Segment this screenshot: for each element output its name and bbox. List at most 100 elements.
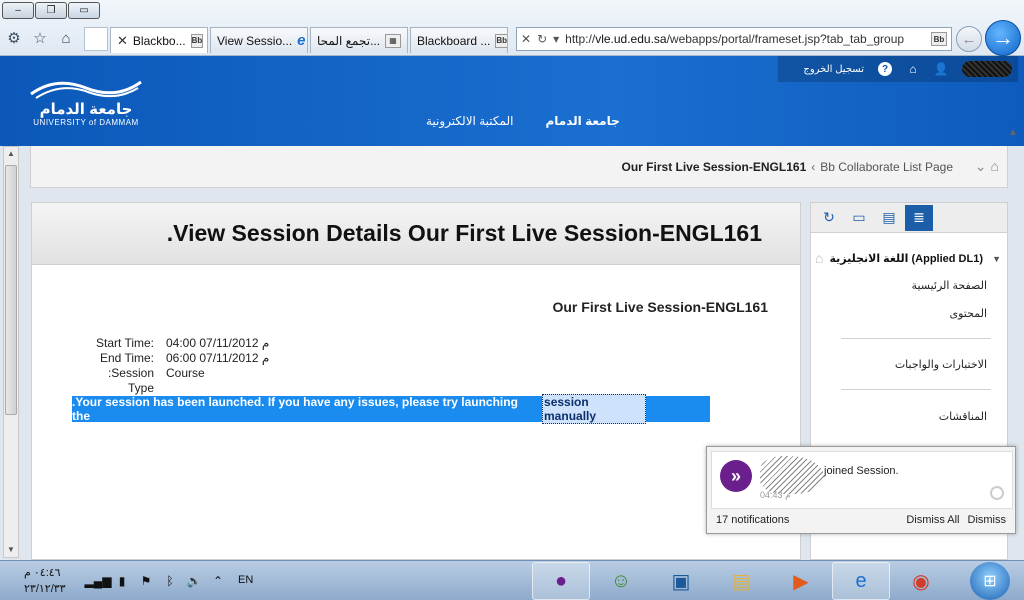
nav-university[interactable]: جامعة الدمام	[545, 114, 619, 128]
language-indicator[interactable]: EN	[238, 574, 253, 586]
taskbar: ٠٤:٤٦ م ٢٣/١٢/٣٣ ▂▄▆ ▮ ⚑ ᛒ 🔊 ⌃ EN ● ☺ ▣ …	[0, 560, 1024, 600]
chevron-down-icon[interactable]: ⌄	[975, 158, 987, 175]
explorer-folder-icon[interactable]: ▤	[712, 562, 770, 600]
tools-gear-icon[interactable]: ⚙	[4, 28, 24, 48]
dismiss-button[interactable]: Dismiss	[968, 514, 1007, 526]
session-manually-link[interactable]: session manually	[542, 394, 646, 424]
taskbar-apps: ● ☺ ▣ ▤ ▶ e ◉	[532, 562, 950, 600]
detail-row: :Session Type Course	[92, 366, 269, 396]
detail-row: Start Time: 04:00 07/11/2012 م	[92, 336, 269, 351]
tab-blackboard-1[interactable]: ✕ Blackbo... Bb	[110, 27, 208, 53]
notification-card[interactable]: » joined Session. م 04:43	[711, 451, 1013, 509]
collaborate-logo-icon: »	[720, 460, 752, 492]
volume-icon[interactable]: 🔊	[186, 573, 202, 589]
course-menu-item-content[interactable]: المحتوى	[950, 307, 987, 320]
home-icon[interactable]: ⌂	[906, 62, 920, 76]
window-icon[interactable]: ▭	[845, 205, 873, 231]
media-player-icon[interactable]: ▶	[772, 562, 830, 600]
detail-label: Start Time:	[95, 336, 154, 350]
tab-title: View Sessio...	[217, 33, 293, 48]
start-button[interactable]: ⊞	[970, 562, 1010, 600]
detail-value: 04:00 07/11/2012 م	[166, 336, 270, 350]
back-button[interactable]: ←	[956, 26, 982, 52]
messenger-app-icon[interactable]: ☺	[592, 562, 650, 600]
help-icon[interactable]: ?	[878, 62, 892, 76]
url-domain: vle.ud.edu.sa	[595, 32, 667, 46]
course-menu-item-discussions[interactable]: المناقشات	[939, 410, 987, 423]
detail-value: Course	[166, 366, 205, 380]
detail-label: End Time:	[99, 351, 154, 365]
dismiss-all-button[interactable]: Dismiss All	[906, 514, 959, 526]
notification-text: joined Session.	[824, 465, 899, 477]
clock-time: ٠٤:٤٦ م	[24, 567, 61, 579]
home-icon[interactable]: ⌂	[56, 28, 76, 48]
home-icon[interactable]: ⌂	[815, 250, 823, 266]
breadcrumb: Our First Live Session-ENGL161 ‹ Bb Coll…	[30, 146, 1008, 188]
tab-title: تجمع المحا...	[317, 33, 381, 48]
flag-icon[interactable]: ⚑	[138, 573, 154, 589]
chrome-icon[interactable]: ◉	[892, 562, 950, 600]
blackboard-favicon-icon: Bb	[495, 33, 507, 48]
battery-icon[interactable]: ▮	[114, 573, 130, 589]
launch-banner: .Your session has been launched. If you …	[72, 394, 710, 424]
course-menu-toolbar: ↻ ▭ ▤ ≣	[811, 203, 1007, 233]
notification-count: 17 notifications	[716, 514, 790, 526]
clock-date: ٢٣/١٢/٣٣	[24, 583, 66, 595]
taskbar-clock[interactable]: ٠٤:٤٦ م ٢٣/١٢/٣٣	[24, 565, 66, 597]
restore-button[interactable]: ❐	[35, 2, 67, 19]
scroll-up-icon[interactable]: ▲	[6, 149, 16, 159]
nav-elibrary[interactable]: المكتبة الالكترونية	[426, 114, 513, 128]
new-tab-button[interactable]	[84, 27, 108, 51]
dropdown-icon[interactable]: ▾	[553, 32, 559, 46]
internet-explorer-icon[interactable]: e	[832, 562, 890, 600]
course-title[interactable]: اللغة الانجليزية (Applied DL1)	[829, 252, 983, 265]
logout-link[interactable]: تسجيل الخروج	[803, 64, 864, 75]
course-menu-item-home[interactable]: الصفحة الرئيسية	[912, 279, 987, 292]
tab-view-session[interactable]: View Sessio... e	[210, 27, 308, 53]
breadcrumb-parent-link[interactable]: Bb Collaborate List Page	[820, 160, 953, 174]
side-scroll-up-icon[interactable]: ▲	[1005, 122, 1021, 142]
home-icon[interactable]: ⌂	[991, 158, 999, 175]
logo-wave-icon	[26, 74, 146, 100]
menu-divider	[841, 338, 991, 339]
close-tab-icon[interactable]: ✕	[117, 33, 128, 49]
university-logo[interactable]: جامعة الدمام UNIVERSITY of DAMMAM	[26, 74, 146, 127]
briefcase-app-icon[interactable]: ▣	[652, 562, 710, 600]
caret-down-icon[interactable]: ▼	[992, 254, 1001, 264]
menu-divider	[841, 389, 991, 390]
browser-toolbar-icons: ⚙ ☆ ⌂	[4, 28, 76, 48]
tab-blackboard-2[interactable]: Blackboard ... Bb	[410, 27, 508, 53]
user-icon[interactable]: 👤	[934, 62, 949, 76]
folder-icon[interactable]: ▤	[875, 205, 903, 231]
forward-button[interactable]: →	[985, 20, 1021, 56]
url-path: /webapps/portal/frameset.jsp?tab_tab_gro…	[666, 32, 905, 46]
address-bar[interactable]: ✕ ↻ ▾ http://vle.ud.edu.sa/webapps/porta…	[516, 27, 952, 51]
signal-icon[interactable]: ▂▄▆	[85, 573, 112, 589]
minimize-button[interactable]: –	[2, 2, 34, 19]
collaborate-app-icon[interactable]: ●	[532, 562, 590, 600]
banner-text: .Your session has been launched. If you …	[72, 395, 518, 423]
bluetooth-icon[interactable]: ᛒ	[162, 573, 178, 589]
show-hidden-icon[interactable]: ⌃	[210, 573, 226, 589]
tab-arabic-portal[interactable]: تجمع المحا... ▦	[310, 27, 408, 53]
stop-icon[interactable]: ✕	[521, 32, 531, 46]
url-text[interactable]: http://vle.ud.edu.sa/webapps/portal/fram…	[565, 32, 925, 46]
redacted-username	[962, 61, 1012, 77]
scroll-thumb[interactable]	[5, 165, 17, 415]
scroll-down-icon[interactable]: ▼	[6, 545, 16, 555]
tab-title: Blackboard ...	[417, 33, 491, 48]
favorites-star-icon[interactable]: ☆	[30, 28, 50, 48]
course-menu-item-tests[interactable]: الاختبارات والواجبات	[895, 358, 987, 371]
window-buttons: – ❐ ▭	[2, 2, 100, 19]
tab-title: Blackbo...	[132, 33, 186, 48]
browser-chrome: – ❐ ▭ ⚙ ☆ ⌂ ✕ Blackbo... Bb View Sessio.…	[0, 0, 1024, 56]
windows-logo-icon: ⊞	[983, 573, 997, 590]
page-title: .View Session Details Our First Live Ses…	[166, 220, 762, 246]
list-view-icon[interactable]: ≣	[905, 204, 933, 231]
detail-value: 06:00 07/11/2012 م	[166, 351, 270, 365]
refresh-icon[interactable]: ↻	[537, 32, 547, 46]
notification-footer: 17 notifications Dismiss All Dismiss	[716, 514, 1006, 526]
refresh-icon[interactable]: ↻	[815, 205, 843, 231]
page-scrollbar[interactable]: ▲ ▼	[3, 146, 19, 558]
close-window-button[interactable]: ▭	[68, 2, 100, 19]
